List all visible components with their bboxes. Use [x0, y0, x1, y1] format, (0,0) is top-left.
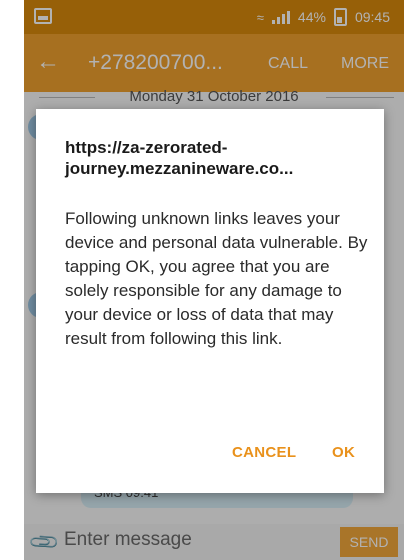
link-warning-dialog: https://za-zerorated-journey.mezzaninewa…: [36, 109, 384, 493]
dialog-message: Following unknown links leaves your devi…: [65, 209, 368, 348]
cancel-button[interactable]: CANCEL: [232, 443, 296, 463]
ok-button[interactable]: OK: [332, 443, 355, 463]
phone-screen: ≈ 44% 09:45 ← +278200700... CALL MORE Mo…: [24, 0, 404, 560]
dialog-title: https://za-zerorated-journey.mezzaninewa…: [65, 138, 294, 178]
